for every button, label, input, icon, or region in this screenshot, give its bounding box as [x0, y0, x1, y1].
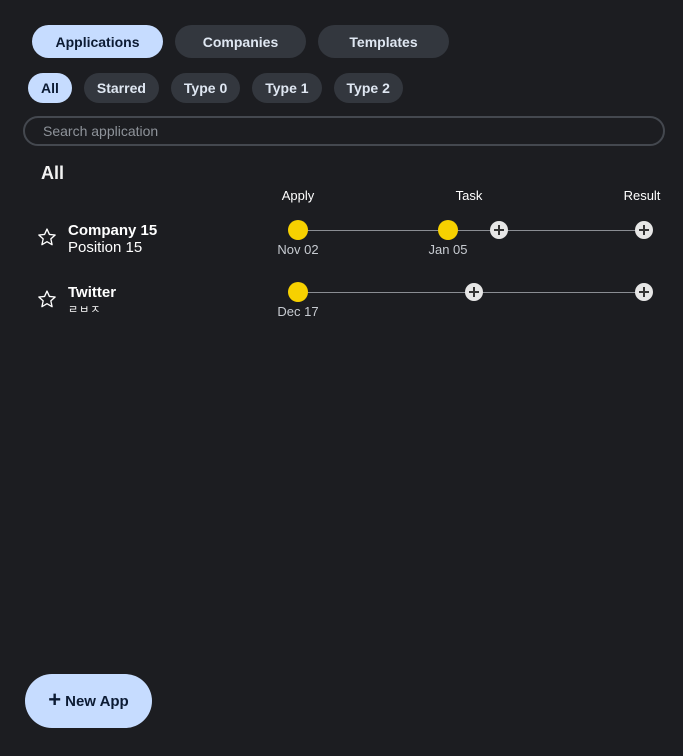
milestone-apply[interactable] [288, 282, 308, 302]
search-input[interactable] [25, 118, 663, 144]
filter-type-0[interactable]: Type 0 [170, 73, 241, 103]
stage-header-task: Task [455, 188, 483, 203]
stage-header-apply: Apply [281, 188, 315, 203]
plus-icon: + [48, 687, 62, 712]
plus-icon[interactable] [465, 283, 483, 301]
plus-icon[interactable] [635, 283, 653, 301]
new-app-label: New App [65, 692, 129, 710]
plus-icon[interactable] [635, 221, 653, 239]
star-icon[interactable] [37, 227, 57, 247]
position-name: Position 15 [68, 239, 143, 256]
stage-header-result: Result [623, 188, 661, 203]
search-box [23, 116, 665, 146]
tab-companies[interactable]: Companies [175, 25, 306, 58]
apply-date: Nov 02 [277, 242, 319, 257]
timeline-track [298, 230, 644, 231]
section-title: All [41, 163, 65, 183]
company-name: Twitter [68, 284, 117, 301]
filter-starred[interactable]: Starred [83, 73, 159, 103]
filter-all[interactable]: All [28, 73, 72, 103]
apply-date: Dec 17 [277, 304, 319, 319]
application-row[interactable]: Twitter ㄹㅂㅈ Dec 17 [0, 282, 683, 332]
top-tabs: Applications Companies Templates [32, 25, 449, 58]
tab-templates[interactable]: Templates [318, 25, 449, 58]
position-name: ㄹㅂㅈ [68, 304, 102, 316]
filter-type-1[interactable]: Type 1 [252, 73, 322, 103]
task-date: Jan 05 [428, 242, 468, 257]
application-row[interactable]: Company 15 Position 15 Nov 02 Jan 05 [0, 220, 683, 270]
company-name: Company 15 [68, 222, 158, 239]
milestone-task[interactable] [438, 220, 458, 240]
star-icon[interactable] [37, 289, 57, 309]
filter-type-2[interactable]: Type 2 [333, 73, 403, 103]
filter-chips: All Starred Type 0 Type 1 Type 2 [28, 73, 403, 103]
new-app-button[interactable]: + New App [25, 674, 152, 728]
plus-icon[interactable] [490, 221, 508, 239]
milestone-apply[interactable] [288, 220, 308, 240]
tab-applications[interactable]: Applications [32, 25, 163, 58]
